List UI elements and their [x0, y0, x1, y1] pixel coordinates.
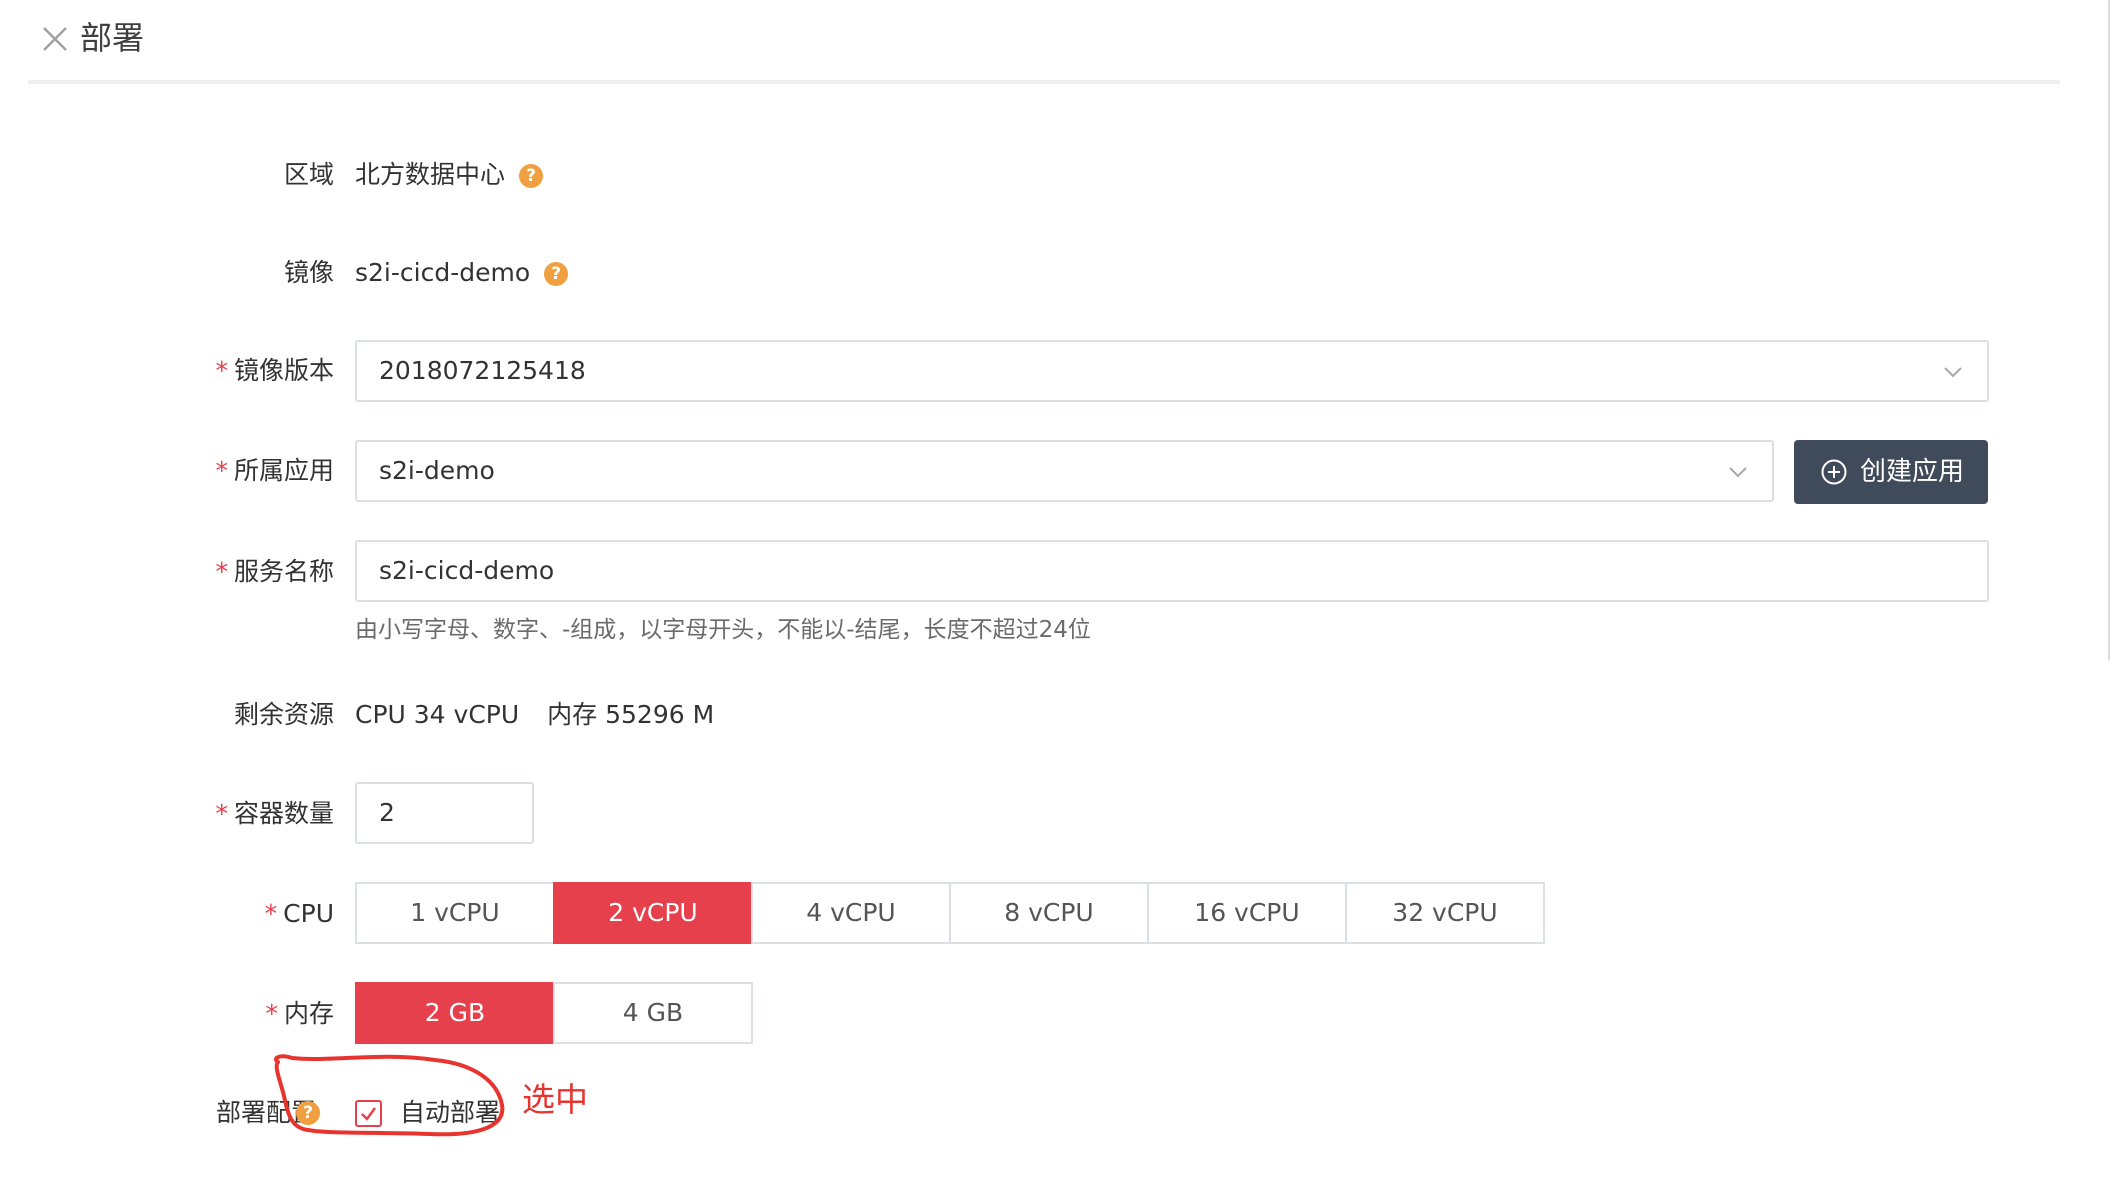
- image-label: 镜像: [283, 258, 334, 287]
- memory-remaining: 内存 55296 M: [547, 700, 715, 729]
- help-icon[interactable]: ?: [296, 1101, 320, 1125]
- plus-circle-icon: [1821, 459, 1847, 485]
- create-app-button[interactable]: 创建应用: [1794, 440, 1988, 504]
- annotation-note: 选中: [522, 1080, 588, 1119]
- checkmark-icon: [361, 1107, 377, 1121]
- region-value: 北方数据中心?: [355, 158, 544, 192]
- replicas-value: 2: [379, 798, 395, 827]
- image-version-select[interactable]: 2018072125418: [355, 340, 1989, 402]
- help-icon[interactable]: ?: [519, 164, 544, 188]
- cpu-option-1[interactable]: 1 vCPU: [355, 882, 555, 944]
- memory-label: * 内存: [265, 999, 334, 1028]
- page-title: 部署: [80, 19, 145, 57]
- app-value: s2i-demo: [379, 456, 495, 485]
- image-version-value: 2018072125418: [379, 356, 586, 385]
- image-value: s2i-cicd-demo?: [355, 256, 569, 290]
- app-label: * 所属应用: [215, 456, 334, 485]
- service-name-input[interactable]: s2i-cicd-demo: [355, 540, 1989, 602]
- region-label: 区域: [283, 160, 334, 189]
- auto-deploy-label: 自动部署: [400, 1098, 501, 1127]
- cpu-option-16[interactable]: 16 vCPU: [1147, 882, 1347, 944]
- help-icon[interactable]: ?: [544, 262, 569, 286]
- chevron-down-icon: [1944, 367, 1962, 378]
- resources-label: 剩余资源: [233, 700, 334, 729]
- close-icon[interactable]: [38, 22, 72, 56]
- cpu-option-8[interactable]: 8 vCPU: [949, 882, 1149, 944]
- memory-option-4gb[interactable]: 4 GB: [553, 982, 753, 1044]
- replicas-input[interactable]: 2: [355, 782, 534, 844]
- service-name-label: * 服务名称: [215, 557, 334, 586]
- scrollbar[interactable]: [2108, 0, 2110, 660]
- replicas-label: * 容器数量: [215, 799, 334, 828]
- cpu-option-4[interactable]: 4 vCPU: [751, 882, 951, 944]
- cpu-option-32[interactable]: 32 vCPU: [1345, 882, 1545, 944]
- resources-value: CPU 34 vCPU 内存 55296 M: [355, 698, 714, 732]
- deploy-page: 部署 区域 北方数据中心? 镜像 s2i-cicd-demo? * 镜像版本 20…: [0, 0, 2112, 1188]
- memory-option-2gb[interactable]: 2 GB: [355, 982, 555, 1044]
- chevron-down-icon: [1729, 467, 1747, 478]
- memory-options: 2 GB 4 GB: [355, 982, 753, 1044]
- cpu-label: * CPU: [264, 899, 334, 928]
- page-header: 部署: [28, 0, 2060, 84]
- create-app-label: 创建应用: [1860, 457, 1965, 487]
- auto-deploy-checkbox[interactable]: [355, 1100, 382, 1127]
- cpu-remaining: CPU 34 vCPU: [355, 700, 520, 729]
- cpu-options: 1 vCPU 2 vCPU 4 vCPU 8 vCPU 16 vCPU 32 v…: [355, 882, 1545, 944]
- service-name-value: s2i-cicd-demo: [379, 556, 555, 585]
- service-name-hint: 由小写字母、数字、-组成，以字母开头，不能以-结尾，长度不超过24位: [355, 617, 1091, 643]
- cpu-option-2[interactable]: 2 vCPU: [553, 882, 753, 944]
- image-version-label: * 镜像版本: [215, 356, 334, 385]
- app-select[interactable]: s2i-demo: [355, 440, 1774, 502]
